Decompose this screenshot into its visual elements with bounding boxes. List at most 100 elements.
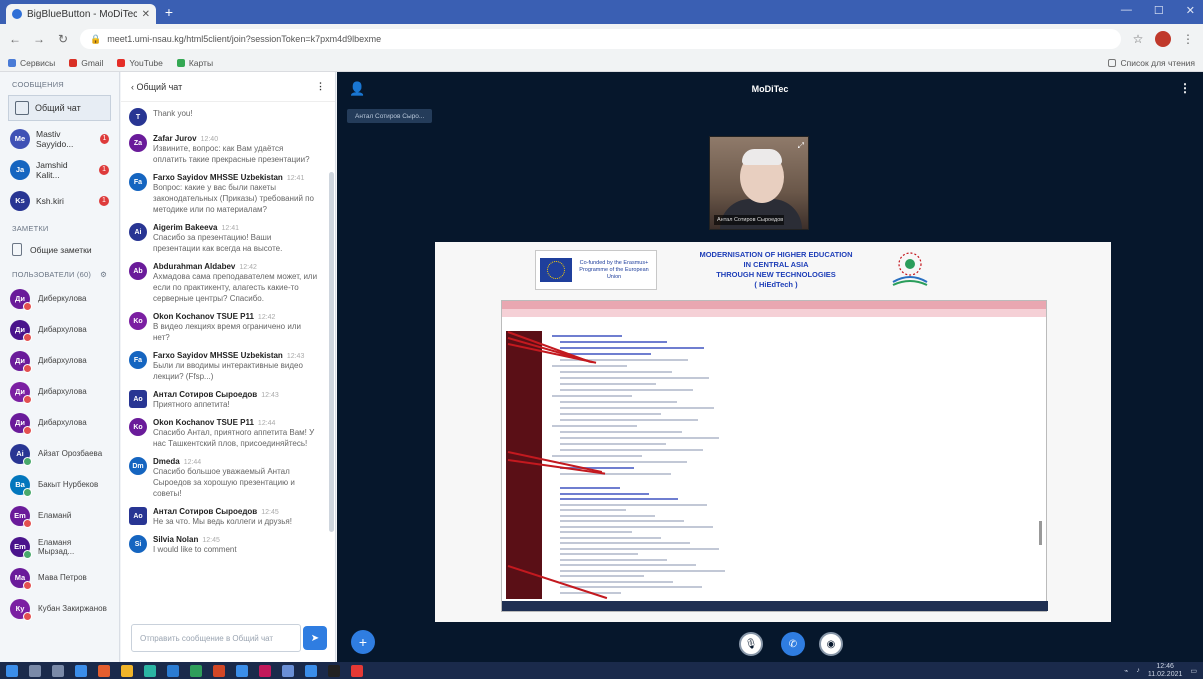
gmail-icon [69, 58, 78, 67]
send-button[interactable]: ➤ [303, 626, 327, 650]
avatar: Em [10, 536, 32, 559]
message-body: Abdurahman Aldabev 12:42 Ахмадова сама пре… [153, 262, 319, 304]
app-icon-6[interactable] [328, 664, 340, 677]
browser-menu-icon[interactable]: ⋮ [1181, 32, 1195, 46]
close-window-icon[interactable]: ✕ [1186, 4, 1195, 17]
new-tab-button[interactable]: + [162, 5, 176, 19]
reading-list[interactable]: Список для чтения [1108, 58, 1195, 68]
profile-avatar-icon[interactable] [1155, 31, 1171, 47]
private-chat-item[interactable]: Ks Ksh.kiri 1 [0, 185, 119, 216]
message-text: Спасибо Антал, приятного аппетита Вам! У… [153, 428, 315, 448]
user-name: Дибархулова [38, 356, 87, 365]
private-chat-item[interactable]: Me Mastiv Sayyido... 1 [0, 123, 119, 154]
options-menu-icon[interactable]: ⋮ [1179, 81, 1191, 95]
avatar: Dm [129, 457, 147, 475]
app-icon-1[interactable] [98, 664, 110, 677]
message-author: Okon Kochanov TSUE P11 12:42 [153, 312, 319, 321]
message-input[interactable]: Отправить сообщение в Общий чат [131, 624, 301, 652]
app-icon-5[interactable] [282, 664, 294, 677]
unread-badge: 1 [99, 164, 109, 175]
user-list-item[interactable]: Ba Бакыт Нурбеков [0, 469, 119, 500]
chat-message: Ko Okon Kochanov TSUE P11 12:44 Спасибо Ант… [121, 414, 327, 453]
private-chat-item[interactable]: Ja Jamshid Kalit... 1 [0, 154, 119, 185]
avatar: T [129, 108, 147, 126]
app-icon-2[interactable] [144, 664, 156, 677]
forward-icon[interactable]: → [32, 32, 46, 46]
file-explorer-icon[interactable] [75, 664, 87, 677]
chat-scrollbar[interactable] [329, 172, 334, 532]
close-tab-icon[interactable]: ✕ [142, 9, 150, 20]
mail-icon[interactable] [305, 664, 317, 677]
task-view-icon[interactable] [52, 664, 64, 677]
word-icon[interactable] [167, 664, 179, 677]
user-list-item[interactable]: Em Еламанй [0, 500, 119, 531]
webcam-video[interactable]: ⤢ Антал Сотиров Сыроедов (Moderator) [709, 136, 809, 230]
share-webcam-button[interactable]: ◉ [819, 632, 843, 656]
volume-icon[interactable]: ♪ [1136, 667, 1140, 674]
user-list-item[interactable]: Em Еламаня Мырзад... [0, 531, 119, 562]
clock[interactable]: 12:46 11.02.2021 [1148, 663, 1183, 679]
back-icon[interactable]: ← [8, 32, 22, 46]
window-controls: — ☐ ✕ [1121, 4, 1195, 17]
user-list-toggle-icon[interactable]: 👤 [349, 81, 365, 97]
fullscreen-icon[interactable]: ⤢ [798, 141, 804, 151]
user-list-item[interactable]: Ди Дибархулова [0, 407, 119, 438]
bookmark-youtube[interactable]: YouTube [117, 58, 163, 68]
mute-button[interactable]: 🎙 [739, 632, 763, 656]
actions-button[interactable]: + [351, 630, 375, 654]
app-icon-3[interactable] [236, 664, 248, 677]
chrome-icon[interactable] [121, 664, 133, 677]
powerpoint-icon[interactable] [213, 664, 225, 677]
user-list-item[interactable]: Ai Айзат Орозбаева [0, 438, 119, 469]
user-list-item[interactable]: Ди Дибархулова [0, 376, 119, 407]
extensions-icon[interactable]: ☆ [1131, 32, 1145, 46]
search-icon[interactable] [29, 664, 41, 677]
network-icon[interactable]: ⌁ [1124, 667, 1128, 675]
presentation-slide[interactable]: Co-funded by the Erasmus+ Programme of t… [435, 242, 1111, 622]
browser-tab[interactable]: BigBlueButton - MoDiTec ✕ [6, 4, 156, 24]
user-list-item[interactable]: Ди Дибархулова [0, 345, 119, 376]
bookmark-gmail[interactable]: Gmail [69, 58, 103, 68]
chat-message: Fa Farxo Sayidov MHSSE Uzbekistan 12:43 Был… [121, 347, 327, 386]
message-body: Farxo Sayidov MHSSE Uzbekistan 12:43 Были … [153, 351, 319, 382]
text-line [560, 341, 667, 343]
avatar: Ди [10, 350, 32, 373]
excel-icon[interactable] [190, 664, 202, 677]
minimize-icon[interactable]: — [1121, 4, 1132, 17]
reload-icon[interactable]: ↻ [56, 32, 70, 46]
avatar: Ai [10, 443, 32, 466]
message-list[interactable]: T Thank you! Za Zafar Jurov 12:40 Извините, в… [121, 104, 327, 618]
message-author: Dmeda 12:44 [153, 457, 319, 466]
public-chat-label: Общий чат [35, 103, 81, 113]
notifications-icon[interactable]: ▭ [1190, 667, 1197, 675]
user-list-item[interactable]: Ди Диберкулова [0, 283, 119, 314]
bookmark-apps[interactable]: Сервисы [8, 58, 55, 68]
message-body: Dmeda 12:44 Спасибо большое уважаемый Анта… [153, 457, 319, 499]
user-list-item[interactable]: Ma Мава Петров [0, 562, 119, 593]
chat-options-icon[interactable]: ⋮ [316, 81, 325, 92]
shared-notes-label: Общие заметки [30, 244, 92, 255]
embedded-screenshot [501, 300, 1048, 612]
user-name: Дибархулова [38, 418, 87, 427]
public-chat-item[interactable]: Общий чат [8, 95, 111, 121]
app-icon-7[interactable] [351, 664, 363, 677]
text-line [560, 580, 673, 583]
windows-start-icon[interactable] [6, 664, 18, 677]
maximize-icon[interactable]: ☐ [1154, 4, 1164, 17]
text-line [560, 443, 666, 445]
talking-indicator[interactable]: Антал Сотиров Сыро... [347, 109, 433, 123]
bookmark-maps[interactable]: Карты [176, 58, 213, 68]
text-line [560, 473, 671, 475]
user-name: Диберкулова [38, 294, 87, 303]
user-list-item[interactable]: Ку Кубан Закиржанов [0, 593, 119, 624]
app-icon-4[interactable] [259, 664, 271, 677]
shared-notes-item[interactable]: Общие заметки [0, 237, 119, 262]
leave-audio-button[interactable]: ✆ [781, 632, 805, 656]
chat-message: T Thank you! [121, 104, 327, 130]
users-settings-icon[interactable]: ⚙ [100, 270, 107, 279]
url-field[interactable]: 🔒 meet1.umi-nsau.kg/html5client/join?ses… [80, 29, 1121, 49]
text-line [560, 389, 693, 391]
text-line [560, 347, 704, 349]
user-list-item[interactable]: Ди Дибархулова [0, 314, 119, 345]
message-time: 12:42 [239, 264, 257, 271]
